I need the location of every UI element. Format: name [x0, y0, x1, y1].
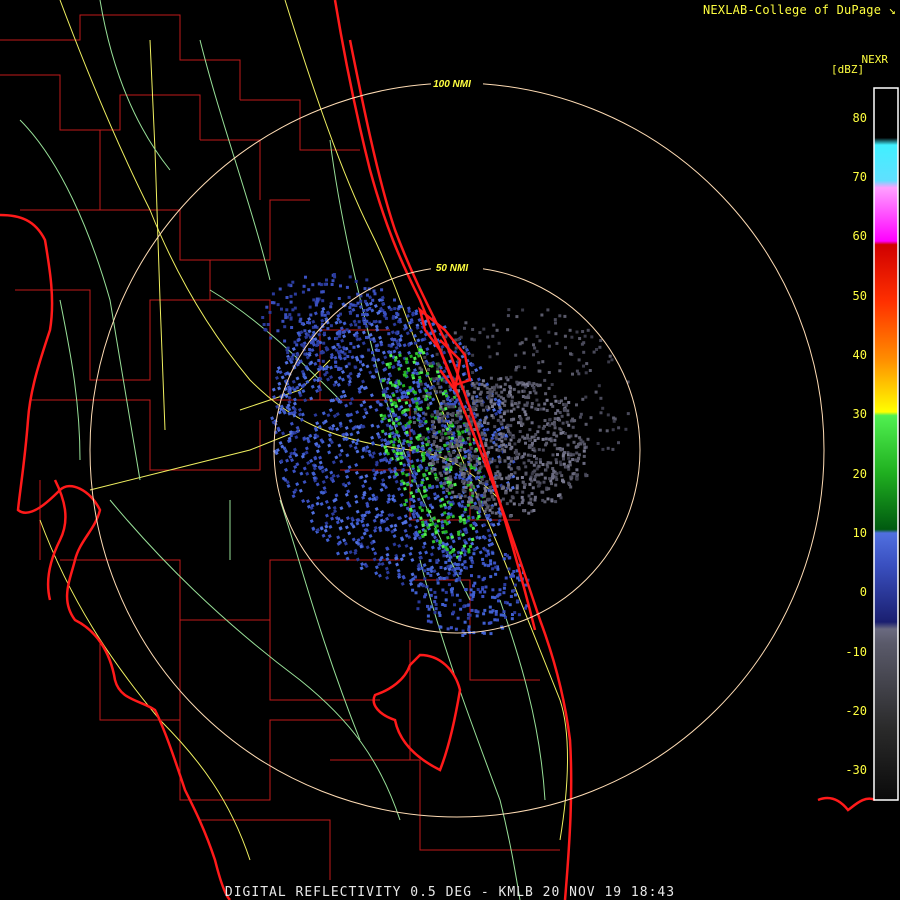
range-ring-label: 100 NMI — [433, 79, 471, 90]
legend-tick-label: 40 — [852, 348, 867, 362]
tilted-arrow-icon: ↘ — [881, 3, 896, 17]
legend-tick-label: 0 — [859, 585, 867, 600]
legend-product: NEXR — [861, 53, 889, 66]
legend-unit: [dBZ] — [831, 63, 865, 76]
legend-tick-label: -30 — [845, 763, 867, 778]
legend-tick-label: -20 — [845, 704, 867, 718]
legend-tick-label: 70 — [852, 170, 867, 184]
road-lines — [19, 0, 546, 900]
county-boundaries — [0, 14, 560, 880]
legend-tick-label: 20 — [852, 466, 867, 481]
radar-map: 50 NMI 100 NMI — [0, 0, 876, 900]
legend-tick-label: 50 — [852, 288, 867, 303]
legend-tick-label: 10 — [852, 526, 867, 540]
legend-tick-label: 80 — [852, 110, 867, 125]
color-scale-bar — [873, 87, 899, 801]
legend-tick-label: -10 — [845, 644, 867, 659]
product-caption: DIGITAL REFLECTIVITY 0.5 DEG - KMLB 20 N… — [224, 885, 676, 900]
range-ring-label: 50 NMI — [436, 263, 468, 274]
nexlab-credit: NEXLAB-College of DuPage ↘ — [702, 3, 896, 17]
legend-tick-label: 60 — [852, 229, 867, 244]
legend-tick-label: 30 — [852, 407, 867, 422]
